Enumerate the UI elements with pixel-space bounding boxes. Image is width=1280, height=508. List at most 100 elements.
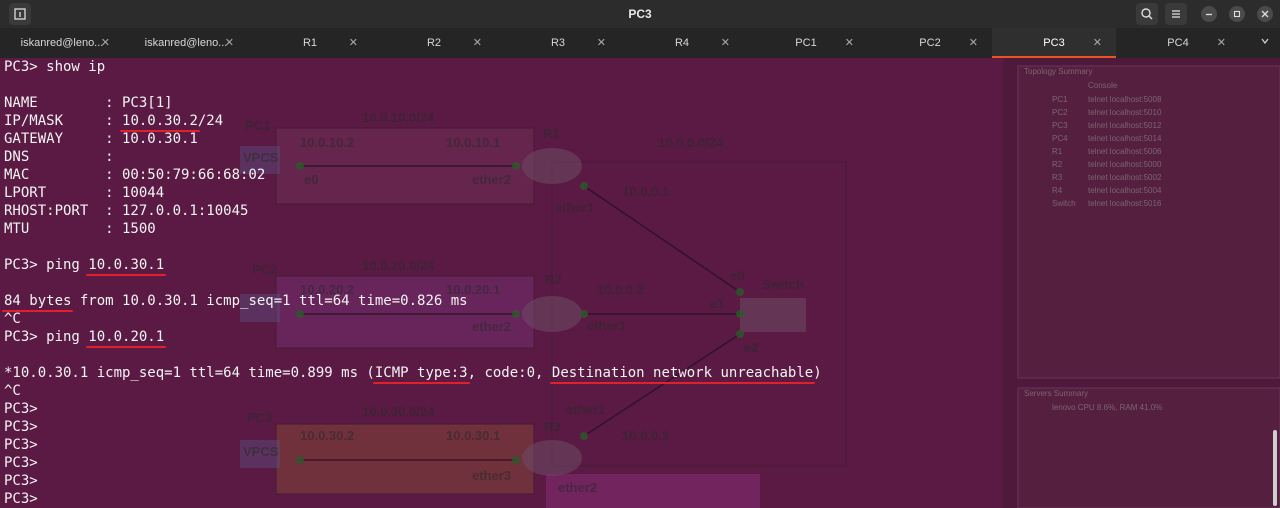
tab-r4[interactable]: R4 ✕ bbox=[620, 28, 744, 58]
tab-label: iskanred@leno... bbox=[144, 37, 228, 49]
terminal-line: RHOST:PORT : 127.0.0.1:10045 bbox=[4, 202, 822, 220]
window-titlebar: PC3 bbox=[0, 0, 1280, 28]
tab-r2[interactable]: R2 ✕ bbox=[372, 28, 496, 58]
terminal-text: PC3> bbox=[4, 473, 38, 489]
tab-label: iskanred@leno... bbox=[20, 37, 104, 49]
tab-close-icon[interactable]: ✕ bbox=[225, 28, 234, 58]
summary-node: PC3 bbox=[1052, 121, 1068, 130]
tab-label: R2 bbox=[426, 37, 442, 49]
summary-console: telnet localhost:5010 bbox=[1088, 108, 1162, 117]
terminal-text: PC3> bbox=[4, 491, 38, 507]
highlighted-text: 10.0.20.1 bbox=[88, 329, 165, 345]
summary-node: Switch bbox=[1052, 199, 1076, 208]
tab-pc4[interactable]: PC4 ✕ bbox=[1116, 28, 1240, 58]
terminal-line: NAME : PC3[1] bbox=[4, 94, 822, 112]
summary-node: PC2 bbox=[1052, 108, 1068, 117]
terminal-line: LPORT : 10044 bbox=[4, 184, 822, 202]
tab-iskanred-leno[interactable]: iskanred@leno... ✕ bbox=[0, 28, 124, 58]
tab-close-icon[interactable]: ✕ bbox=[349, 28, 358, 58]
tab-pc1[interactable]: PC1 ✕ bbox=[744, 28, 868, 58]
tab-close-icon[interactable]: ✕ bbox=[721, 28, 730, 58]
terminal-text: PC3> bbox=[4, 455, 38, 471]
terminal-text: , code:0, bbox=[467, 365, 552, 381]
terminal-line: *10.0.30.1 icmp_seq=1 ttl=64 time=0.899 … bbox=[4, 364, 822, 382]
terminal-text: PC3> show ip bbox=[4, 59, 106, 75]
terminal-text: ^C bbox=[4, 311, 21, 327]
terminal-text: ) bbox=[813, 365, 822, 381]
summary-node: R1 bbox=[1052, 147, 1063, 156]
terminal-area[interactable]: 10.0.10.0/24 10.0.20.0/24 10.0.30.0/24 1… bbox=[0, 58, 1280, 508]
terminal-line: 84 bytes from 10.0.30.1 icmp_seq=1 ttl=6… bbox=[4, 292, 822, 310]
highlighted-text: 84 bytes bbox=[4, 293, 72, 309]
svg-text:Console: Console bbox=[1088, 81, 1118, 90]
tab-iskanred-leno[interactable]: iskanred@leno... ✕ bbox=[124, 28, 248, 58]
tab-close-icon[interactable]: ✕ bbox=[845, 28, 854, 58]
svg-text:lenovo CPU 8.6%, RAM 41.0%: lenovo CPU 8.6%, RAM 41.0% bbox=[1052, 403, 1162, 412]
tab-label: PC1 bbox=[795, 37, 817, 49]
scrollbar[interactable] bbox=[1273, 430, 1277, 506]
tab-label: PC3 bbox=[1043, 37, 1065, 49]
summary-console: telnet localhost:5000 bbox=[1088, 160, 1162, 169]
tab-label: R3 bbox=[550, 37, 566, 49]
terminal-text: GATEWAY : 10.0.30.1 bbox=[4, 131, 198, 147]
summary-node: R2 bbox=[1052, 160, 1063, 169]
svg-text:Servers Summary: Servers Summary bbox=[1024, 389, 1088, 398]
terminal-line: PC3> bbox=[4, 436, 822, 454]
minimize-icon[interactable] bbox=[1201, 6, 1217, 22]
tab-pc2[interactable]: PC2 ✕ bbox=[868, 28, 992, 58]
terminal-text: PC3> bbox=[4, 401, 38, 417]
terminal-line: MTU : 1500 bbox=[4, 220, 822, 238]
tab-close-icon[interactable]: ✕ bbox=[473, 28, 482, 58]
summary-node: R3 bbox=[1052, 173, 1063, 182]
tab-close-icon[interactable]: ✕ bbox=[1217, 28, 1226, 58]
terminal-line: PC3> bbox=[4, 454, 822, 472]
terminal-text: PC3> ping bbox=[4, 257, 89, 273]
terminal-text: ^C bbox=[4, 383, 21, 399]
summary-console: telnet localhost:5016 bbox=[1088, 199, 1162, 208]
summary-console: telnet localhost:5006 bbox=[1088, 147, 1162, 156]
terminal-text: PC3> bbox=[4, 437, 38, 453]
terminal-text: PC3> ping bbox=[4, 329, 89, 345]
tab-pc3[interactable]: PC3 ✕ bbox=[992, 28, 1116, 58]
terminal-text: PC3> bbox=[4, 419, 38, 435]
restore-icon[interactable] bbox=[1229, 6, 1245, 22]
tab-label: PC2 bbox=[919, 37, 941, 49]
tab-label: R1 bbox=[302, 37, 318, 49]
summary-console: telnet localhost:5012 bbox=[1088, 121, 1162, 130]
terminal-line: PC3> ping 10.0.20.1 bbox=[4, 328, 822, 346]
chevron-down-icon[interactable] bbox=[1260, 28, 1270, 58]
summary-console: telnet localhost:5002 bbox=[1088, 173, 1162, 182]
terminal-text: RHOST:PORT : 127.0.0.1:10045 bbox=[4, 203, 249, 219]
summary-node: R4 bbox=[1052, 186, 1063, 195]
tab-close-icon[interactable]: ✕ bbox=[597, 28, 606, 58]
terminal-text: MTU : 1500 bbox=[4, 221, 156, 237]
terminal-text: MAC : 00:50:79:66:68:02 bbox=[4, 167, 266, 183]
tab-r1[interactable]: R1 ✕ bbox=[248, 28, 372, 58]
close-icon[interactable] bbox=[1257, 6, 1273, 22]
terminal-text: LPORT : 10044 bbox=[4, 185, 165, 201]
terminal-line: PC3> bbox=[4, 400, 822, 418]
window-title: PC3 bbox=[628, 7, 652, 21]
summary-console: telnet localhost:5008 bbox=[1088, 95, 1162, 104]
terminal-output: PC3> show ip NAME : PC3[1] IP/MASK : 10.0.… bbox=[4, 58, 822, 508]
summary-node: PC4 bbox=[1052, 134, 1068, 143]
terminal-line: PC3> bbox=[4, 418, 822, 436]
tab-close-icon[interactable]: ✕ bbox=[969, 28, 978, 58]
highlighted-text: 10.0.30.2 bbox=[122, 113, 198, 129]
tab-close-icon[interactable]: ✕ bbox=[1093, 28, 1102, 58]
terminal-text: /24 bbox=[197, 113, 224, 129]
terminal-line: MAC : 00:50:79:66:68:02 bbox=[4, 166, 822, 184]
summary-console: telnet localhost:5004 bbox=[1088, 186, 1162, 195]
summary-node: PC1 bbox=[1052, 95, 1068, 104]
search-icon[interactable] bbox=[1136, 3, 1158, 25]
tab-r3[interactable]: R3 ✕ bbox=[496, 28, 620, 58]
terminal-text: *10.0.30.1 icmp_seq=1 ttl=64 time=0.899 … bbox=[4, 365, 375, 381]
highlighted-text: 10.0.30.1 bbox=[88, 257, 165, 273]
tab-close-icon[interactable]: ✕ bbox=[101, 28, 110, 58]
menu-icon[interactable] bbox=[1165, 3, 1187, 25]
highlighted-text: Destination network unreachable bbox=[551, 365, 814, 381]
